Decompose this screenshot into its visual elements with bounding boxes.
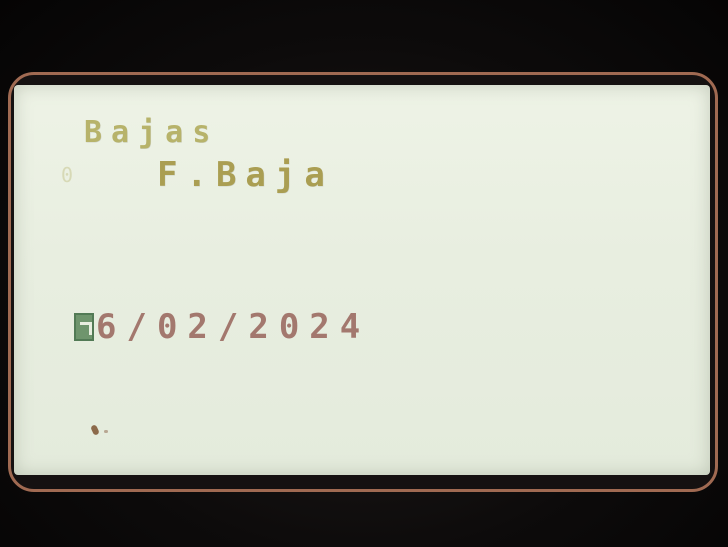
- screen-smudge-small: [104, 430, 108, 433]
- lcd-screen: Bajas 0 F.Baja 6/02/2024: [14, 85, 710, 475]
- date-input-row[interactable]: 6/02/2024: [74, 307, 370, 347]
- field-label: F.Baja: [157, 155, 334, 195]
- terminal-device: Bajas 0 F.Baja 6/02/2024: [0, 0, 728, 547]
- cursor-block-icon: [74, 313, 94, 341]
- date-field[interactable]: 6/02/2024: [96, 307, 370, 347]
- row-index: 0: [61, 163, 74, 187]
- screen-smudge: [90, 424, 100, 436]
- screen-title: Bajas: [84, 115, 220, 150]
